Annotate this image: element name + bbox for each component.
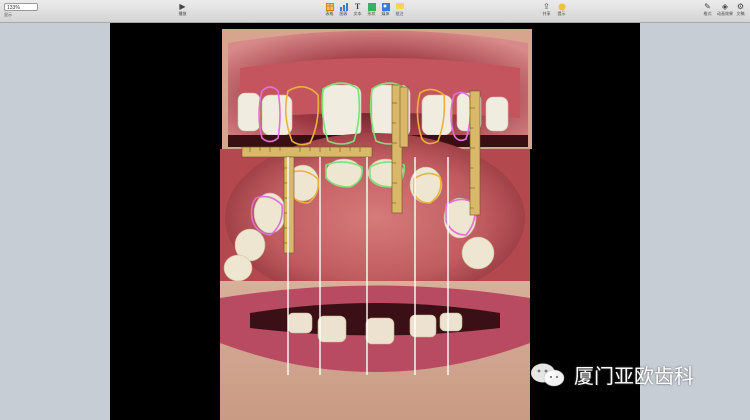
format-button[interactable]: ✎ 格式 [703,2,712,17]
share-icon: ⇪ [543,2,550,11]
toolbar: 133% 显示 ▶ 播放 表格 图表 T 文本 形状 媒体 批注 ⇪ 共享 提示… [0,0,750,23]
comment-icon [395,2,404,11]
animate-label: 动画效果 [717,11,733,16]
insert-chart-button[interactable]: 图表 [339,2,348,17]
animate-icon: ◈ [721,2,729,11]
watermark-text: 厦门亚欧齿科 [574,364,694,388]
insert-shape-label: 形状 [367,11,376,16]
insert-comment-label: 批注 [395,11,404,16]
document-button[interactable]: ⚙ 文稿 [736,2,745,17]
insert-table-button[interactable]: 表格 [325,2,334,17]
lightbulb-icon [557,2,566,11]
zoom-select[interactable]: 133% [4,3,38,11]
document-icon: ⚙ [736,2,745,11]
format-icon: ✎ [704,2,711,11]
document-label: 文稿 [736,11,745,16]
wechat-watermark: 厦门亚欧齿科 [530,360,694,389]
share-label: 共享 [542,11,551,16]
wechat-icon [531,363,565,386]
insert-media-button[interactable]: 媒体 [381,2,390,17]
insert-chart-label: 图表 [339,11,348,16]
tips-button[interactable]: 提示 [557,2,566,17]
animate-button[interactable]: ◈ 动画效果 [717,2,733,17]
palate-photo [220,133,530,303]
tips-label: 提示 [557,11,566,16]
insert-text-button[interactable]: T 文本 [353,2,362,17]
insert-media-label: 媒体 [381,11,390,16]
play-button[interactable]: ▶ 播放 [178,2,187,17]
chart-icon [339,2,348,11]
text-icon: T [354,2,361,11]
insert-table-label: 表格 [325,11,334,16]
zoom-control[interactable]: 133% 显示 [4,3,38,18]
share-button[interactable]: ⇪ 共享 [542,2,551,17]
zoom-label: 显示 [4,12,12,17]
insert-comment-button[interactable]: 批注 [395,2,404,17]
lips-photo [220,281,530,420]
insert-text-label: 文本 [353,11,362,16]
upper-teeth-photo [222,29,532,149]
shape-icon [367,2,376,11]
play-icon: ▶ [179,2,186,11]
media-icon [381,2,390,11]
slide-navigator[interactable] [0,23,110,420]
table-icon [325,2,334,11]
play-label: 播放 [178,11,187,16]
format-label: 格式 [703,11,712,16]
insert-shape-button[interactable]: 形状 [367,2,376,17]
